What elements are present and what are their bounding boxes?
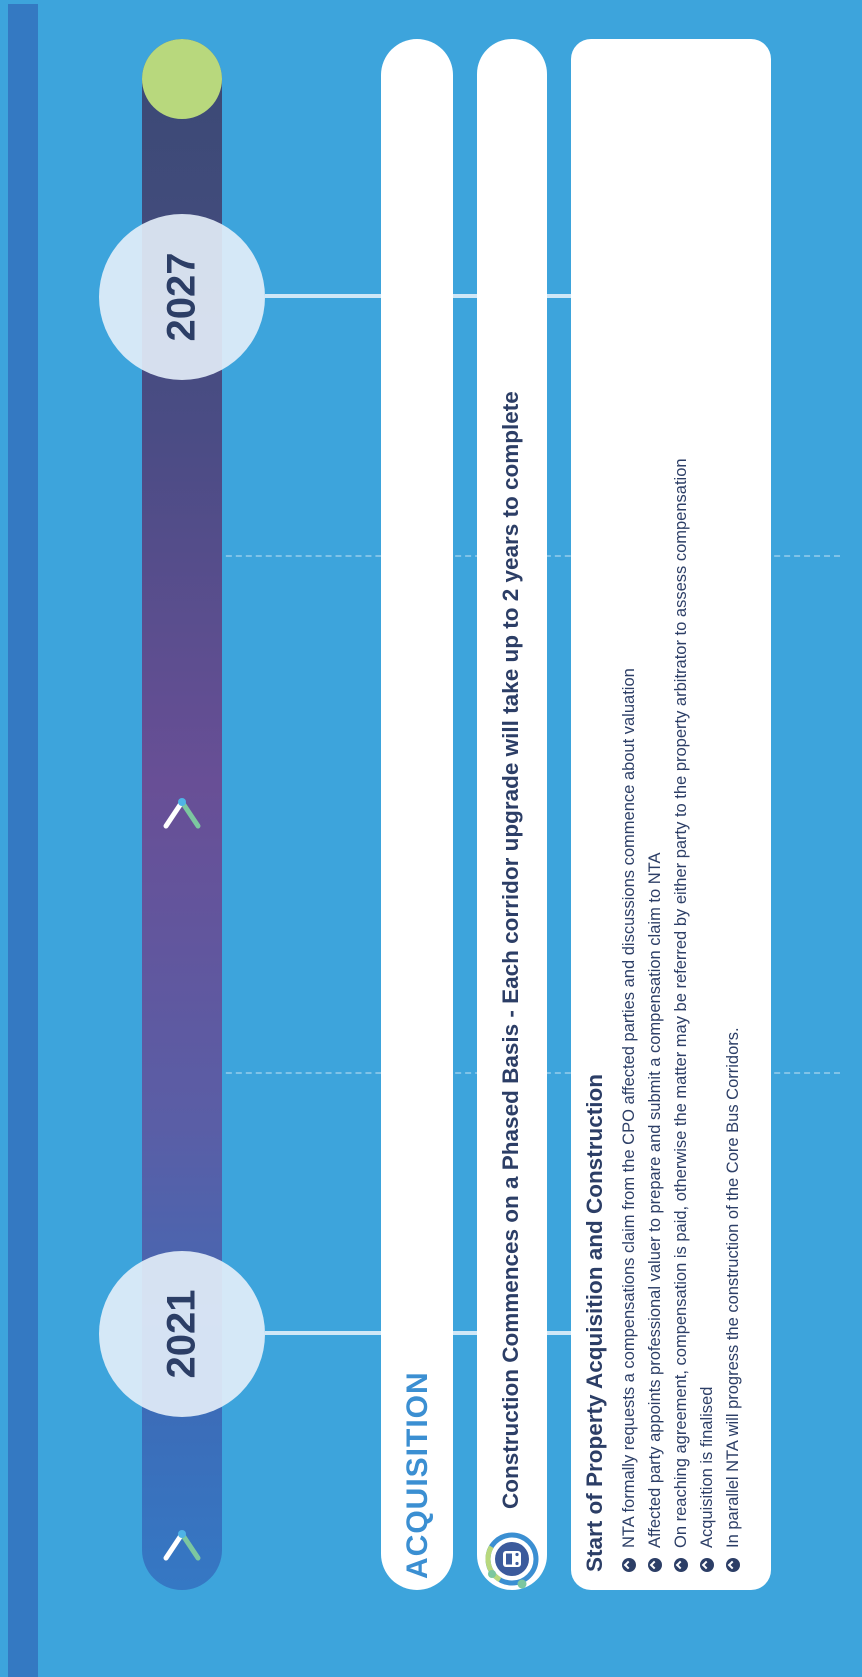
bus-icon [485, 1532, 539, 1589]
panel-content: Start of Property Acquisition and Constr… [580, 458, 746, 1572]
panel-title: Start of Property Acquisition and Constr… [582, 1074, 607, 1572]
left-accent-stripe [8, 4, 38, 1677]
list-item: On reaching agreement, compensation is p… [668, 458, 694, 1572]
acquisition-label: ACQUISITION [401, 1371, 434, 1579]
timeline-page: 2027 2021 ACQUISITION Construction Comme… [0, 0, 862, 1677]
acquisition-bar: ACQUISITION [381, 39, 453, 1590]
bullet-chevron-icon [648, 1558, 662, 1572]
list-item: NTA formally requests a compensations cl… [616, 458, 642, 1572]
chevron-up-icon [163, 1530, 201, 1561]
year-start-marker: 2021 [99, 1251, 265, 1417]
year-start-label: 2021 [159, 1289, 204, 1379]
year-end-marker: 2027 [99, 214, 265, 380]
phase-banner: Construction Commences on a Phased Basis… [477, 39, 547, 1590]
acquisition-details-panel: Start of Property Acquisition and Constr… [571, 39, 771, 1590]
bullet-chevron-icon [622, 1558, 636, 1572]
timeline-end-marker [142, 39, 222, 119]
bullet-chevron-icon [726, 1558, 740, 1572]
year-end-label: 2027 [159, 252, 204, 342]
chevron-up-icon [163, 798, 201, 829]
list-item: In parallel NTA will progress the constr… [720, 458, 746, 1572]
list-item: Acquisition is finalised [694, 458, 720, 1572]
list-item-text: Affected party appoints professional val… [646, 852, 664, 1548]
phase-banner-text: Construction Commences on a Phased Basis… [498, 391, 523, 1509]
panel-bullet-list: NTA formally requests a compensations cl… [616, 458, 746, 1572]
list-item-text: In parallel NTA will progress the constr… [724, 1027, 742, 1548]
list-item-text: Acquisition is finalised [698, 1386, 716, 1548]
bullet-chevron-icon [674, 1558, 688, 1572]
bus-badge [482, 1529, 542, 1589]
list-item: Affected party appoints professional val… [642, 458, 668, 1572]
list-item-text: NTA formally requests a compensations cl… [620, 668, 638, 1548]
bullet-chevron-icon [700, 1558, 714, 1572]
list-item-text: On reaching agreement, compensation is p… [672, 458, 690, 1548]
